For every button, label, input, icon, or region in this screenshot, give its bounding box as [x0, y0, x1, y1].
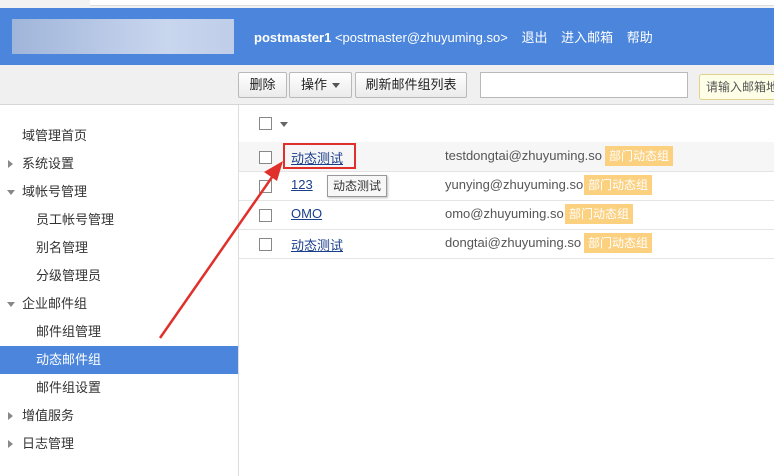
annotation-arrow-icon [158, 161, 283, 339]
